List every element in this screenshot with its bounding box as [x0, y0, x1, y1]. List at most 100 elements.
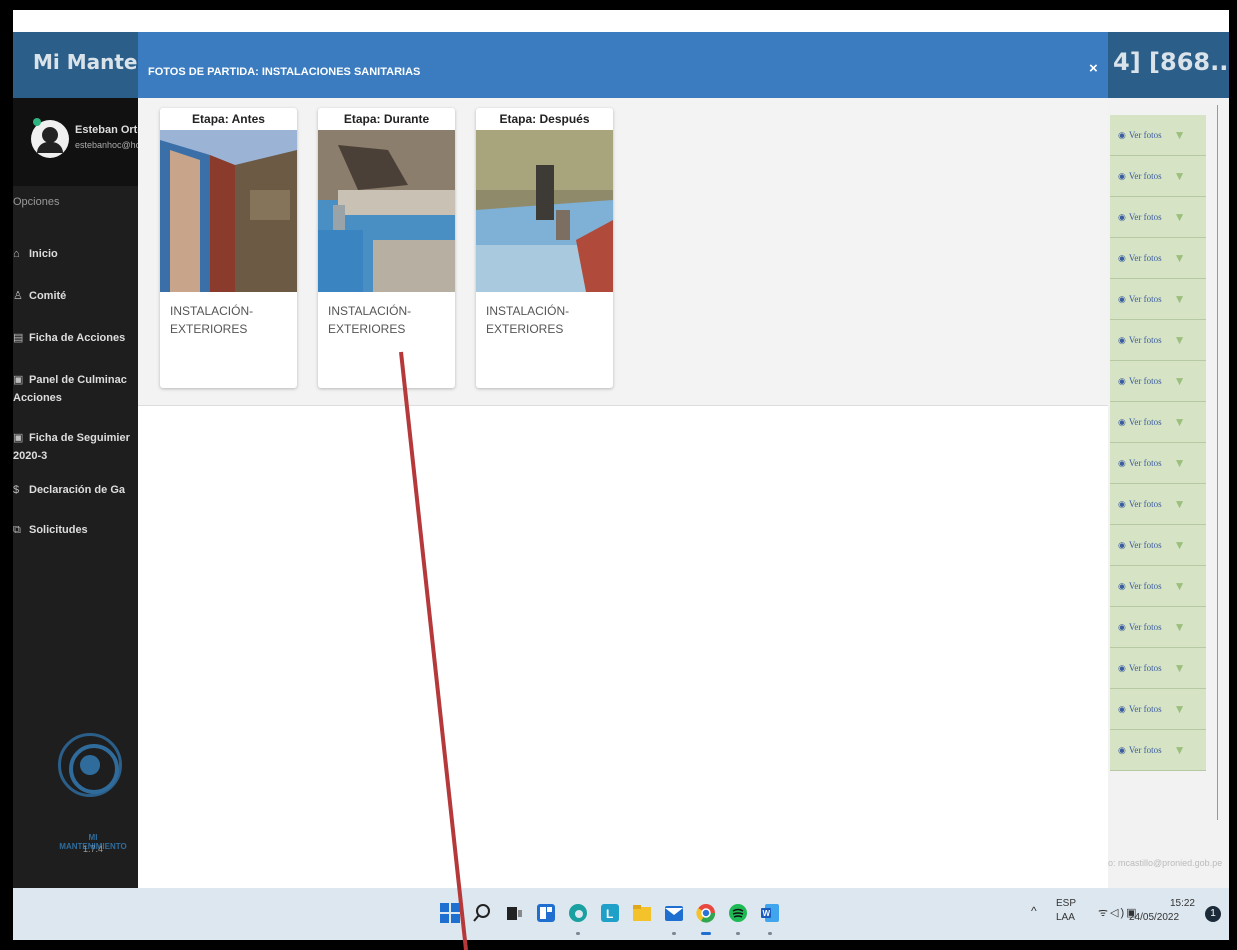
sidebar-item[interactable]: ▣ Ficha de Seguimier 2020-3	[13, 429, 130, 465]
filter-icon[interactable]: ▼	[1174, 661, 1186, 676]
ver-fotos-link[interactable]: Ver fotos	[1129, 253, 1162, 263]
widgets-icon[interactable]	[535, 902, 557, 924]
filter-icon[interactable]: ▼	[1174, 743, 1186, 758]
eye-icon: ◉	[1118, 293, 1126, 304]
sidebar-item[interactable]: ▣ Panel de Culminac Acciones	[13, 371, 127, 407]
copy-icon: ⧉	[13, 524, 21, 536]
desc-line2: EXTERIORES	[486, 322, 564, 336]
eye-icon: ◉	[1118, 744, 1126, 755]
desc-line2: EXTERIORES	[328, 322, 406, 336]
task-view-icon[interactable]	[503, 902, 525, 924]
list-item: ◉ Ver fotos ▼	[1110, 279, 1206, 320]
input-language[interactable]: ESP	[1056, 898, 1076, 909]
filter-icon[interactable]: ▼	[1174, 333, 1186, 348]
ver-fotos-link[interactable]: Ver fotos	[1129, 130, 1162, 140]
sidebar-item[interactable]: $ Declaración de Ga	[13, 481, 125, 499]
app-l-icon[interactable]: L	[599, 902, 621, 924]
ver-fotos-link[interactable]: Ver fotos	[1129, 704, 1162, 714]
sidebar-item-label-line2: 2020-3	[13, 450, 48, 462]
sidebar-item-label: Comité	[29, 290, 67, 302]
filter-icon[interactable]: ▼	[1174, 620, 1186, 635]
user-email: estebanhoc@ho	[75, 140, 141, 150]
photo-card-antes[interactable]: Etapa: Antes INSTALACIÓN- EXTERIORES	[160, 108, 297, 388]
photo-stage-label: Etapa: Antes	[192, 112, 265, 126]
word-icon[interactable]: W	[759, 902, 781, 924]
header-right-title: 4] [868... -	[1113, 48, 1229, 76]
spotify-icon[interactable]	[727, 902, 749, 924]
ver-fotos-link[interactable]: Ver fotos	[1129, 335, 1162, 345]
filter-icon[interactable]: ▼	[1174, 374, 1186, 389]
search-icon[interactable]	[471, 902, 493, 924]
filter-icon[interactable]: ▼	[1174, 210, 1186, 225]
sidebar-item-label: Solicitudes	[29, 524, 88, 536]
list-item: ◉ Ver fotos ▼	[1110, 607, 1206, 648]
sidebar-item[interactable]: ▤ Ficha de Acciones	[13, 329, 125, 347]
ver-fotos-link[interactable]: Ver fotos	[1129, 417, 1162, 427]
eye-icon: ◉	[1118, 621, 1126, 632]
user-panel: Esteban Orteg estebanhoc@ho	[13, 98, 150, 186]
photo-card-durante[interactable]: Etapa: Durante INSTALACIÓN- EXTERIORES	[318, 108, 455, 388]
list-item: ◉ Ver fotos ▼	[1110, 238, 1206, 279]
sidebar-item-label: Panel de Culminac	[29, 374, 127, 386]
clock-time[interactable]: 15:22	[1161, 898, 1195, 909]
sidebar-item[interactable]: ⧉ Solicitudes	[13, 521, 88, 539]
photo-despues-image[interactable]	[476, 130, 613, 292]
file-explorer-icon[interactable]	[631, 902, 653, 924]
filter-icon[interactable]: ▼	[1174, 579, 1186, 594]
filter-icon[interactable]: ▼	[1174, 128, 1186, 143]
close-icon[interactable]: ×	[1089, 60, 1098, 77]
list-item: ◉ Ver fotos ▼	[1110, 361, 1206, 402]
photo-card-despues[interactable]: Etapa: Después INSTALACIÓN- EXTERIORES	[476, 108, 613, 388]
eye-icon: ◉	[1118, 334, 1126, 345]
running-indicator	[672, 932, 676, 935]
ver-fotos-link[interactable]: Ver fotos	[1129, 663, 1162, 673]
sidebar-item[interactable]: ⌂ Inicio	[13, 245, 58, 263]
ver-fotos-link[interactable]: Ver fotos	[1129, 294, 1162, 304]
svg-text:L: L	[606, 907, 613, 921]
edge-icon[interactable]	[567, 902, 589, 924]
sidebar-item-label-line2: Acciones	[13, 392, 62, 404]
eye-icon: ◉	[1118, 211, 1126, 222]
chrome-icon[interactable]	[695, 902, 717, 924]
list-item: ◉ Ver fotos ▼	[1110, 730, 1206, 771]
ver-fotos-link[interactable]: Ver fotos	[1129, 622, 1162, 632]
filter-icon[interactable]: ▼	[1174, 538, 1186, 553]
home-icon: ⌂	[13, 248, 20, 260]
filter-icon[interactable]: ▼	[1174, 497, 1186, 512]
notification-badge[interactable]: 1	[1205, 906, 1221, 922]
active-indicator	[701, 932, 711, 935]
photo-description: INSTALACIÓN- EXTERIORES	[476, 292, 613, 348]
ver-fotos-link[interactable]: Ver fotos	[1129, 458, 1162, 468]
windows-start-icon[interactable]	[439, 902, 461, 924]
ver-fotos-link[interactable]: Ver fotos	[1129, 745, 1162, 755]
filter-icon[interactable]: ▼	[1174, 702, 1186, 717]
ver-fotos-link[interactable]: Ver fotos	[1129, 581, 1162, 591]
mail-icon[interactable]	[663, 902, 685, 924]
eye-icon: ◉	[1118, 580, 1126, 591]
ver-fotos-link[interactable]: Ver fotos	[1129, 171, 1162, 181]
eye-icon: ◉	[1118, 252, 1126, 263]
list-item: ◉ Ver fotos ▼	[1110, 648, 1206, 689]
photos-modal: FOTOS DE PARTIDA: INSTALACIONES SANITARI…	[138, 32, 1108, 888]
sidebar-item[interactable]: ♙ Comité	[13, 287, 66, 305]
filter-icon[interactable]: ▼	[1174, 251, 1186, 266]
photo-stage-label: Etapa: Durante	[343, 112, 430, 126]
photos-action-list: ◉ Ver fotos ▼ ◉ Ver fotos ▼ ◉ Ver fotos ▼ ◉ Ver fo…	[1110, 115, 1206, 771]
chevron-up-icon[interactable]: ^	[1031, 904, 1037, 918]
running-indicator	[576, 932, 580, 935]
filter-icon[interactable]: ▼	[1174, 292, 1186, 307]
clock-date[interactable]: 24/05/2022	[1129, 912, 1179, 923]
ver-fotos-link[interactable]: Ver fotos	[1129, 376, 1162, 386]
input-layout[interactable]: LAA	[1056, 912, 1075, 923]
filter-icon[interactable]: ▼	[1174, 169, 1186, 184]
users-icon: ♙	[13, 290, 23, 302]
ver-fotos-link[interactable]: Ver fotos	[1129, 499, 1162, 509]
mi-mantenimiento-logo	[58, 733, 122, 797]
ver-fotos-link[interactable]: Ver fotos	[1129, 212, 1162, 222]
ver-fotos-link[interactable]: Ver fotos	[1129, 540, 1162, 550]
list-item: ◉ Ver fotos ▼	[1110, 525, 1206, 566]
photo-durante-image[interactable]	[318, 130, 455, 292]
photo-antes-image[interactable]	[160, 130, 297, 292]
filter-icon[interactable]: ▼	[1174, 456, 1186, 471]
filter-icon[interactable]: ▼	[1174, 415, 1186, 430]
